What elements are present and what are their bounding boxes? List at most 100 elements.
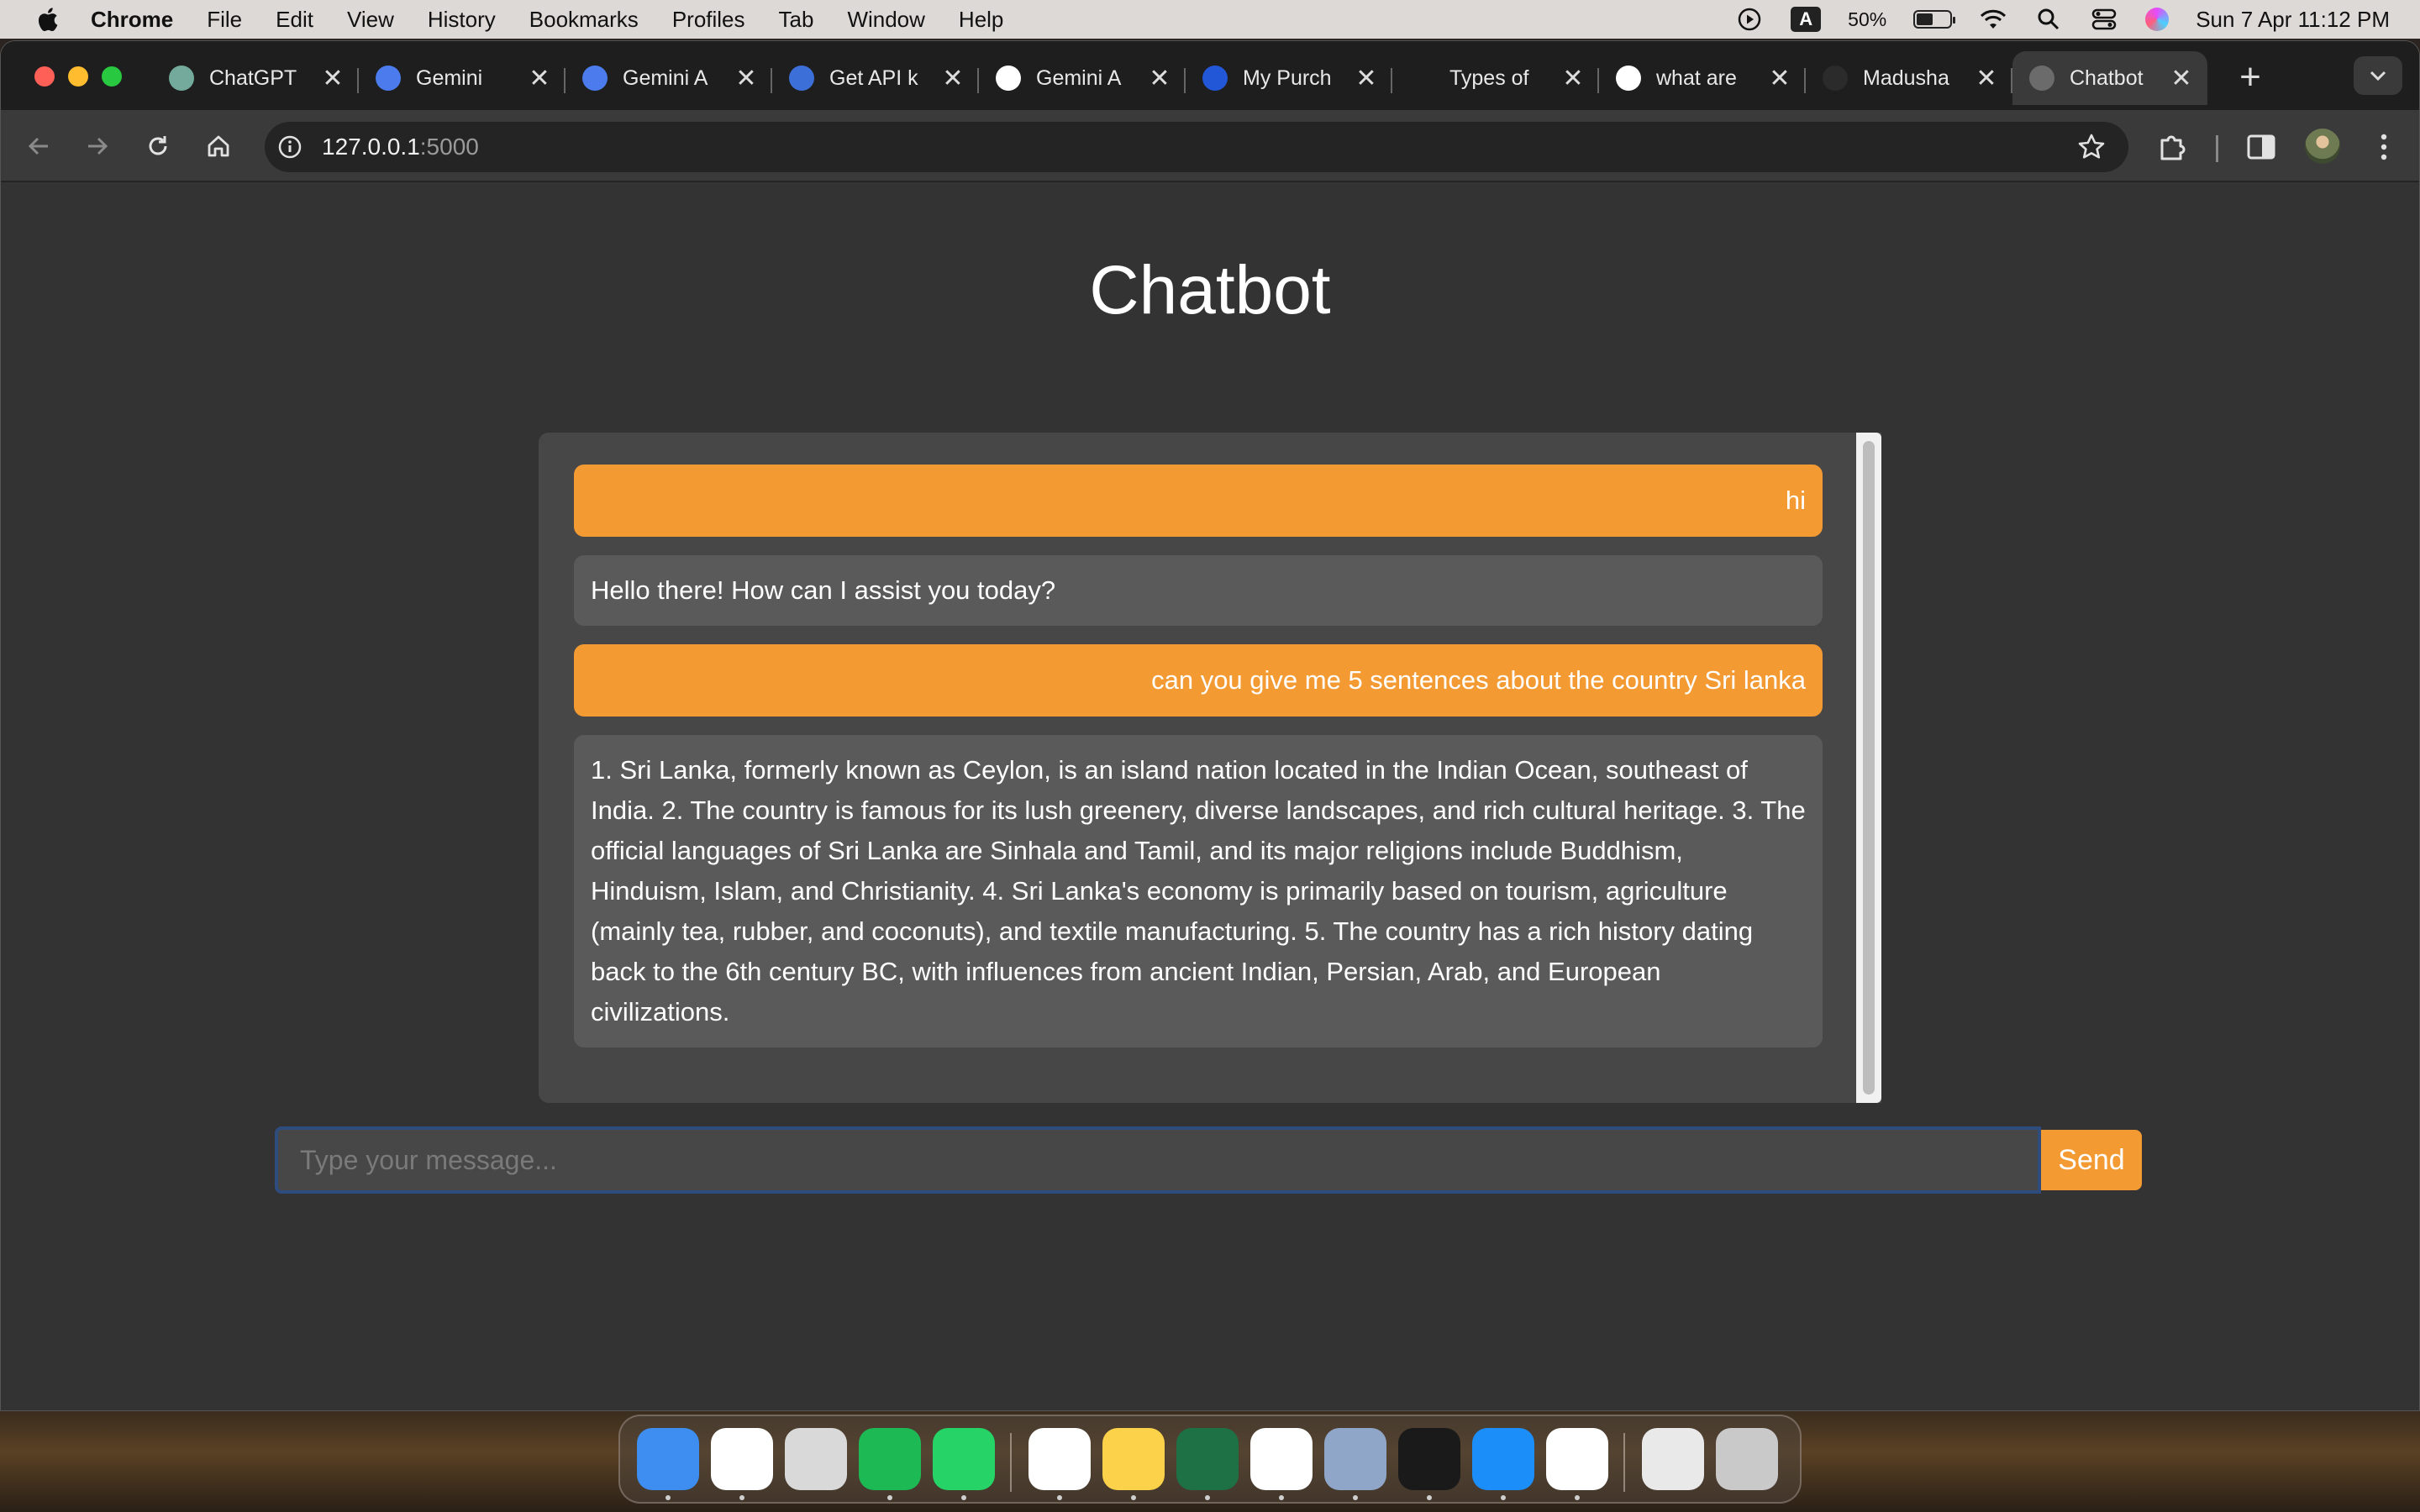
message-list: hi Hello there! How can I assist you toda… (574, 465, 1823, 1066)
back-button[interactable] (19, 127, 58, 165)
tab-4[interactable]: Get API k ✕ (772, 51, 979, 105)
close-window-button[interactable] (34, 66, 55, 87)
battery-icon[interactable] (1913, 10, 1956, 29)
minimize-window-button[interactable] (68, 66, 88, 87)
running-indicator (1131, 1495, 1136, 1500)
user-message-bubble: hi (574, 465, 1823, 537)
c-logo-icon (1202, 66, 1228, 91)
app-store-icon[interactable] (1472, 1428, 1534, 1490)
tab-9[interactable]: Madusha ✕ (1806, 51, 2012, 105)
running-indicator (1353, 1495, 1358, 1500)
running-indicator (1501, 1495, 1506, 1500)
launchpad-icon[interactable] (785, 1428, 847, 1490)
menu-history[interactable]: History (428, 7, 496, 33)
tab-close-icon[interactable]: ✕ (1559, 64, 1587, 93)
wifi-icon[interactable] (1979, 7, 2007, 32)
terminal-icon[interactable] (1398, 1428, 1460, 1490)
chrome-icon[interactable] (711, 1428, 773, 1490)
menu-window[interactable]: Window (847, 7, 924, 33)
chevron-down-icon (2370, 71, 2386, 81)
home-icon (208, 135, 229, 157)
spotlight-search-icon[interactable] (2034, 7, 2063, 32)
chat-messages-container[interactable]: hi Hello there! How can I assist you toda… (539, 433, 1881, 1103)
finder-icon[interactable] (637, 1428, 699, 1490)
input-source-icon[interactable]: A (1791, 7, 1822, 32)
vscode-icon[interactable] (1546, 1428, 1608, 1490)
running-indicator (1205, 1495, 1210, 1500)
xmind-icon[interactable] (1250, 1428, 1313, 1490)
tab-title: Gemini (416, 66, 483, 90)
message-input[interactable] (275, 1126, 2041, 1194)
tab-search-button[interactable] (2354, 56, 2402, 95)
zoom-window-button[interactable] (102, 66, 122, 87)
profile-avatar[interactable] (2305, 129, 2340, 164)
tab-3[interactable]: Gemini A ✕ (566, 51, 772, 105)
address-bar[interactable]: 127.0.0.1:5000 (265, 122, 2128, 172)
back-arrow-icon (28, 137, 48, 155)
battery-percentage: 50% (1848, 8, 1887, 30)
tab-1[interactable]: ChatGPT ✕ (152, 51, 359, 105)
tab-close-icon[interactable]: ✕ (939, 64, 967, 93)
control-center-icon[interactable] (2090, 7, 2118, 32)
tab-2[interactable]: Gemini ✕ (359, 51, 566, 105)
bot-message-bubble: 1. Sri Lanka, formerly known as Ceylon, … (574, 735, 1823, 1047)
preview-icon[interactable] (1324, 1428, 1386, 1490)
tab-close-icon[interactable]: ✕ (525, 64, 554, 93)
play-circle-icon[interactable] (1735, 7, 1764, 32)
gemini-sparkle-icon (376, 66, 401, 91)
siri-icon[interactable] (2145, 8, 2170, 31)
running-indicator (1057, 1495, 1062, 1500)
downloads-stack-icon[interactable] (1642, 1428, 1704, 1490)
apple-menu-icon[interactable] (30, 6, 64, 33)
notes-icon[interactable] (1102, 1428, 1165, 1490)
menu-file[interactable]: File (207, 7, 242, 33)
window-controls (34, 66, 122, 87)
bookmark-star-icon[interactable] (2076, 132, 2107, 162)
mongodb-icon[interactable] (1028, 1428, 1091, 1490)
spotify-icon[interactable] (859, 1428, 921, 1490)
menu-profiles[interactable]: Profiles (672, 7, 745, 33)
chat-scrollbar-thumb[interactable] (1863, 441, 1875, 1095)
tab-close-icon[interactable]: ✕ (1765, 64, 1794, 93)
trash-icon[interactable] (1716, 1428, 1778, 1490)
site-info-icon[interactable] (273, 130, 307, 164)
google-icon (996, 66, 1021, 91)
reload-button[interactable] (139, 127, 177, 165)
url-host: 127.0.0.1 (322, 134, 420, 160)
menubar-clock[interactable]: Sun 7 Apr 11:12 PM (2196, 7, 2390, 33)
tab-close-icon[interactable]: ✕ (318, 64, 347, 93)
menu-tab[interactable]: Tab (779, 7, 814, 33)
side-panel-icon[interactable] (2243, 129, 2280, 165)
excel-icon[interactable] (1176, 1428, 1239, 1490)
send-button[interactable]: Send (2041, 1130, 2142, 1190)
tab-8[interactable]: what are ✕ (1599, 51, 1806, 105)
home-button[interactable] (199, 127, 238, 165)
chrome-menu-kebab-icon[interactable] (2365, 129, 2402, 165)
new-tab-button[interactable]: + (2229, 56, 2271, 98)
menu-help[interactable]: Help (959, 7, 1003, 33)
menu-view[interactable]: View (347, 7, 394, 33)
tab-close-icon[interactable]: ✕ (1972, 64, 2001, 93)
menu-bookmarks[interactable]: Bookmarks (529, 7, 639, 33)
dock-separator (1623, 1433, 1625, 1492)
whatsapp-icon[interactable] (933, 1428, 995, 1490)
tab-close-icon[interactable]: ✕ (1145, 64, 1174, 93)
tab-close-icon[interactable]: ✕ (732, 64, 760, 93)
tab-close-icon[interactable]: ✕ (1352, 64, 1381, 93)
tab-title: ChatGPT (209, 66, 297, 90)
menu-edit[interactable]: Edit (276, 7, 313, 33)
chat-scrollbar[interactable] (1856, 433, 1881, 1103)
tab-5[interactable]: Gemini A ✕ (979, 51, 1186, 105)
globe-icon (2029, 66, 2054, 91)
macos-menu-bar: Chrome File Edit View History Bookmarks … (0, 0, 2420, 39)
forward-button[interactable] (78, 127, 117, 165)
running-indicator (739, 1495, 744, 1500)
tab-7[interactable]: Types of ✕ (1392, 51, 1599, 105)
reload-icon (149, 136, 167, 155)
url-port: :5000 (419, 134, 479, 160)
menu-app-name[interactable]: Chrome (91, 7, 173, 33)
tab-10[interactable]: Chatbot ✕ (2012, 51, 2207, 105)
tab-close-icon[interactable]: ✕ (2167, 64, 2196, 93)
tab-6[interactable]: My Purch ✕ (1186, 51, 1392, 105)
extensions-puzzle-icon[interactable] (2154, 129, 2191, 165)
